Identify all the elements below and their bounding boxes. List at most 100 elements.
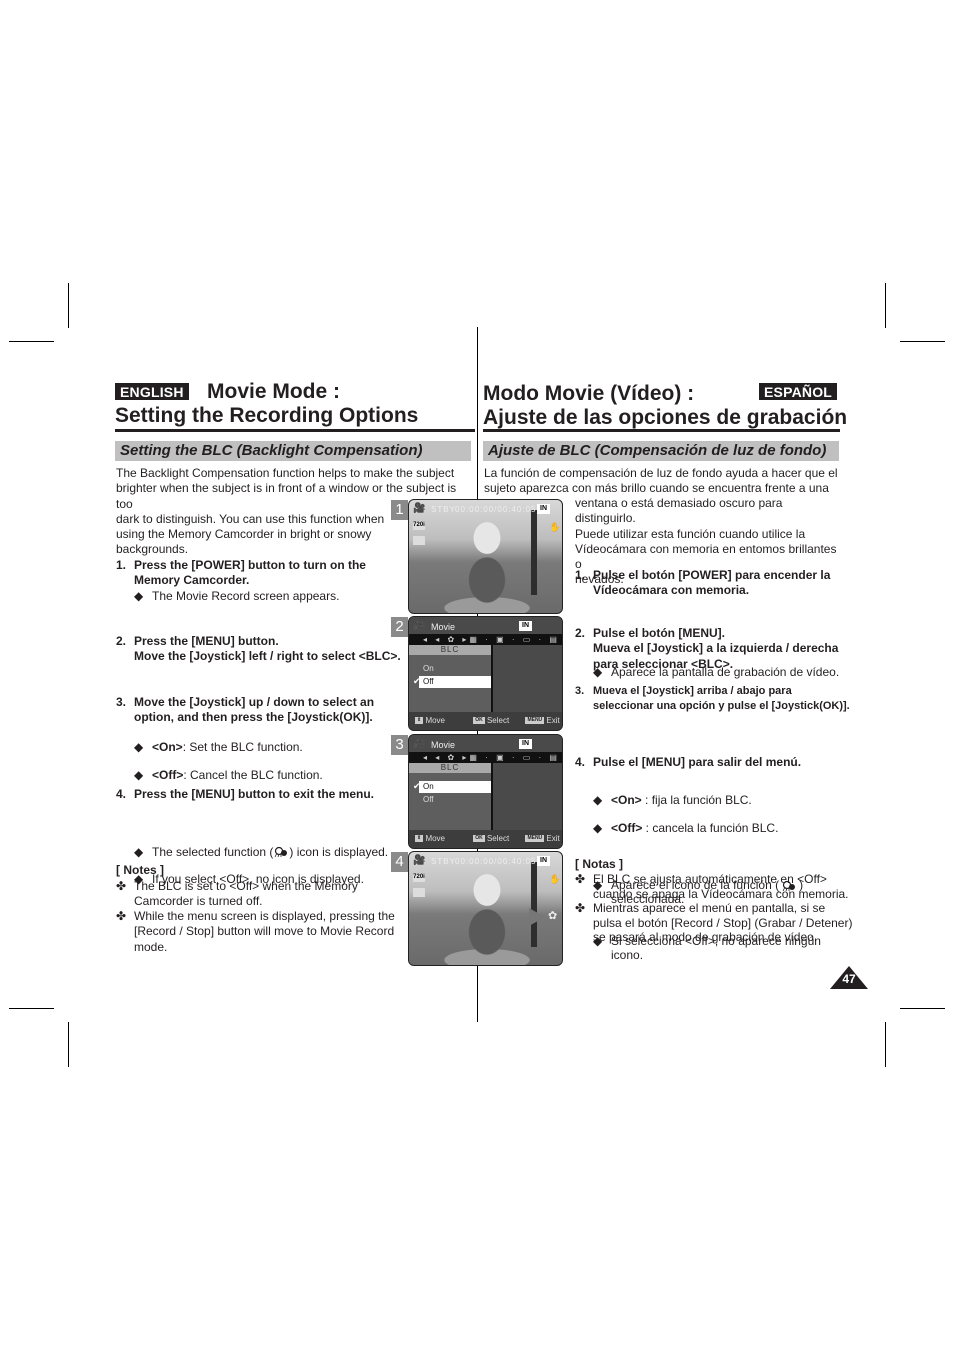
option-key: <Off> — [611, 820, 643, 835]
step-2-english: 2. Press the [MENU] button. Move the [Jo… — [116, 634, 414, 665]
note-line: pulsa el botón [Record / Stop] (Grabar /… — [593, 915, 853, 930]
step-3-english: 3. Move the [Joystick] up / down to sele… — [116, 695, 414, 726]
step-line: Mueva el [Joystick] arriba / abajo para — [593, 685, 792, 697]
step-number: 1. — [116, 558, 127, 572]
step-line: Pulse el botón [POWER] para encender la — [593, 568, 831, 582]
memory-indicator: IN — [519, 621, 532, 631]
timecode: 00:00:00/00:40:05 — [455, 505, 537, 514]
diamond-bullet-icon: ◆ — [593, 820, 603, 835]
footer-select: Select — [486, 716, 510, 725]
step-number: 1. — [575, 568, 586, 582]
note-line: mode. — [134, 939, 168, 954]
preview-image — [409, 500, 562, 613]
diamond-bullet-icon: ◆ — [593, 793, 603, 807]
camera-screen-record: 🎥 STBY 00:00:00/00:40:05 IN 720i ✋ — [408, 499, 563, 614]
crop-mark — [9, 341, 54, 342]
camera-icon: 🎥 — [413, 738, 427, 749]
step-4-english: 4. Press the [MENU] button to exit the m… — [116, 787, 414, 802]
title-line-2: Setting the Recording Options — [115, 404, 419, 427]
note-line: While the menu screen is displayed, pres… — [134, 909, 395, 923]
step-1-english: 1. Press the [POWER] button to turn on t… — [116, 558, 404, 589]
step-line: Press the [MENU] button. — [134, 634, 279, 648]
camera-icon: 🎥 — [413, 855, 427, 866]
footer-exit: Exit — [546, 716, 560, 725]
step-1-spanish: 1. Pulse el botón [POWER] para encender … — [575, 568, 863, 599]
note-bullet-icon: ✤ — [116, 879, 127, 893]
menu-option-on[interactable]: On — [419, 663, 491, 675]
footer-move: Move — [425, 716, 445, 725]
note-line: The BLC is set to <Off> when the Memory — [134, 879, 358, 893]
joystick-icon: ⇕ — [415, 835, 424, 843]
bullet-item: ◆ <Off> : cancela la función BLC. — [593, 820, 954, 836]
screen-number: 2 — [391, 617, 408, 637]
note-bullet-icon: ✤ — [575, 872, 586, 886]
note-item: ✤ Mientras aparece el menú en pantalla, … — [575, 901, 868, 945]
step-number: 3. — [575, 685, 585, 697]
camera-icon: 🎥 — [413, 503, 427, 514]
intro-line: ventana o está demasiado oscuro para dis… — [575, 496, 783, 526]
menu-preview-panel — [491, 763, 562, 831]
ok-key-icon: OK — [473, 835, 485, 843]
menu-key-icon: MENU — [525, 835, 545, 843]
bullet-text: icono. — [611, 947, 644, 962]
joystick-icon: ⇕ — [415, 717, 424, 725]
step-line: Press the [POWER] button to turn on the — [134, 558, 366, 572]
bullet-text: The selected function ( — [152, 844, 274, 859]
step-line: Mueva el [Joystick] a la izquierda / der… — [593, 641, 839, 656]
bullet-text: : cancela la función BLC. — [642, 820, 779, 835]
step-4-spanish: 4. Pulse el [MENU] para salir del menú. — [575, 755, 863, 770]
note-line: El BLC se ajusta automáticamente en <Off… — [593, 872, 827, 886]
submenu-title: BLC — [409, 645, 491, 655]
menu-icons[interactable]: ◂ ◂ ✿ ▸▦ · ▣ · ▭ · ▤ — [423, 635, 560, 644]
movie-size-icon — [413, 536, 425, 545]
screen-number: 4 — [391, 852, 408, 872]
menu-icons[interactable]: ◂ ◂ ✿ ▸▦ · ▣ · ▭ · ▤ — [423, 753, 560, 762]
page-title-english: Movie Mode : Setting the Recording Optio… — [115, 380, 418, 428]
menu-option-off[interactable]: Off — [419, 794, 491, 806]
crop-mark — [885, 1022, 886, 1067]
ok-key-icon: OK — [473, 717, 485, 725]
note-bullet-icon: ✤ — [116, 909, 127, 923]
note-line: Mientras aparece el menú en pantalla, si… — [593, 901, 826, 915]
step-line: Memory Camcorder. — [134, 573, 250, 588]
pointer-arrow — [529, 908, 545, 926]
note-bullet-icon: ✤ — [575, 901, 586, 915]
crop-mark — [68, 1022, 69, 1067]
step-number: 2. — [575, 626, 586, 640]
title-line-1: Movie Mode : — [207, 380, 341, 403]
notes-title-spanish: [ Notas ] — [575, 857, 623, 871]
step-line: Pulse el [MENU] para salir del menú. — [593, 755, 802, 769]
option-key: <Off> — [152, 768, 184, 782]
bullet-text: The Movie Record screen appears. — [152, 589, 340, 603]
movie-size-icon — [413, 888, 425, 897]
menu-footer: ⇕ Move OK Select MENU Exit — [409, 830, 562, 848]
bullet-item: ◆ <On> : fija la función BLC. — [593, 793, 954, 808]
bullet-text: : fija la función BLC. — [641, 793, 752, 807]
section-heading-spanish: Ajuste de BLC (Compensación de luz de fo… — [483, 441, 839, 461]
menu-option-on[interactable]: On — [419, 781, 491, 793]
footer-move: Move — [425, 834, 445, 843]
menu-title: Movie — [431, 622, 456, 632]
note-line: [Record / Stop] button will move to Movi… — [134, 924, 395, 939]
crop-mark — [900, 341, 945, 342]
note-item: ✤ The BLC is set to <Off> when the Memor… — [116, 879, 404, 910]
step-2-spanish: 2. Pulse el botón [MENU]. Mueva el [Joys… — [575, 626, 863, 672]
intro-line: sujeto aparezca con más brillo cuando se… — [484, 481, 829, 496]
crop-mark — [900, 1008, 945, 1009]
step-3-spanish: 3. Mueva el [Joystick] arriba / abajo pa… — [575, 684, 868, 715]
bullet-text: : Set the BLC function. — [182, 739, 303, 754]
screen-number: 1 — [391, 500, 408, 520]
menu-title: Movie — [431, 740, 456, 750]
diamond-bullet-icon: ◆ — [134, 768, 144, 782]
quality-icon: 720i — [413, 873, 425, 882]
diamond-bullet-icon: ◆ — [134, 844, 144, 859]
step-number: 3. — [116, 695, 127, 709]
intro-paragraph-spanish: La función de compensación de luz de fon… — [484, 466, 844, 497]
step-line: Pulse el botón [MENU]. — [593, 626, 725, 640]
title-line-2: Ajuste de las opciones de grabación — [483, 406, 848, 429]
section-heading-english: Setting the BLC (Backlight Compensation) — [115, 441, 471, 461]
status-text: STBY — [431, 505, 456, 514]
tree — [531, 862, 537, 947]
stabilizer-icon: ✋ — [549, 522, 562, 532]
menu-option-off[interactable]: Off — [419, 676, 491, 688]
